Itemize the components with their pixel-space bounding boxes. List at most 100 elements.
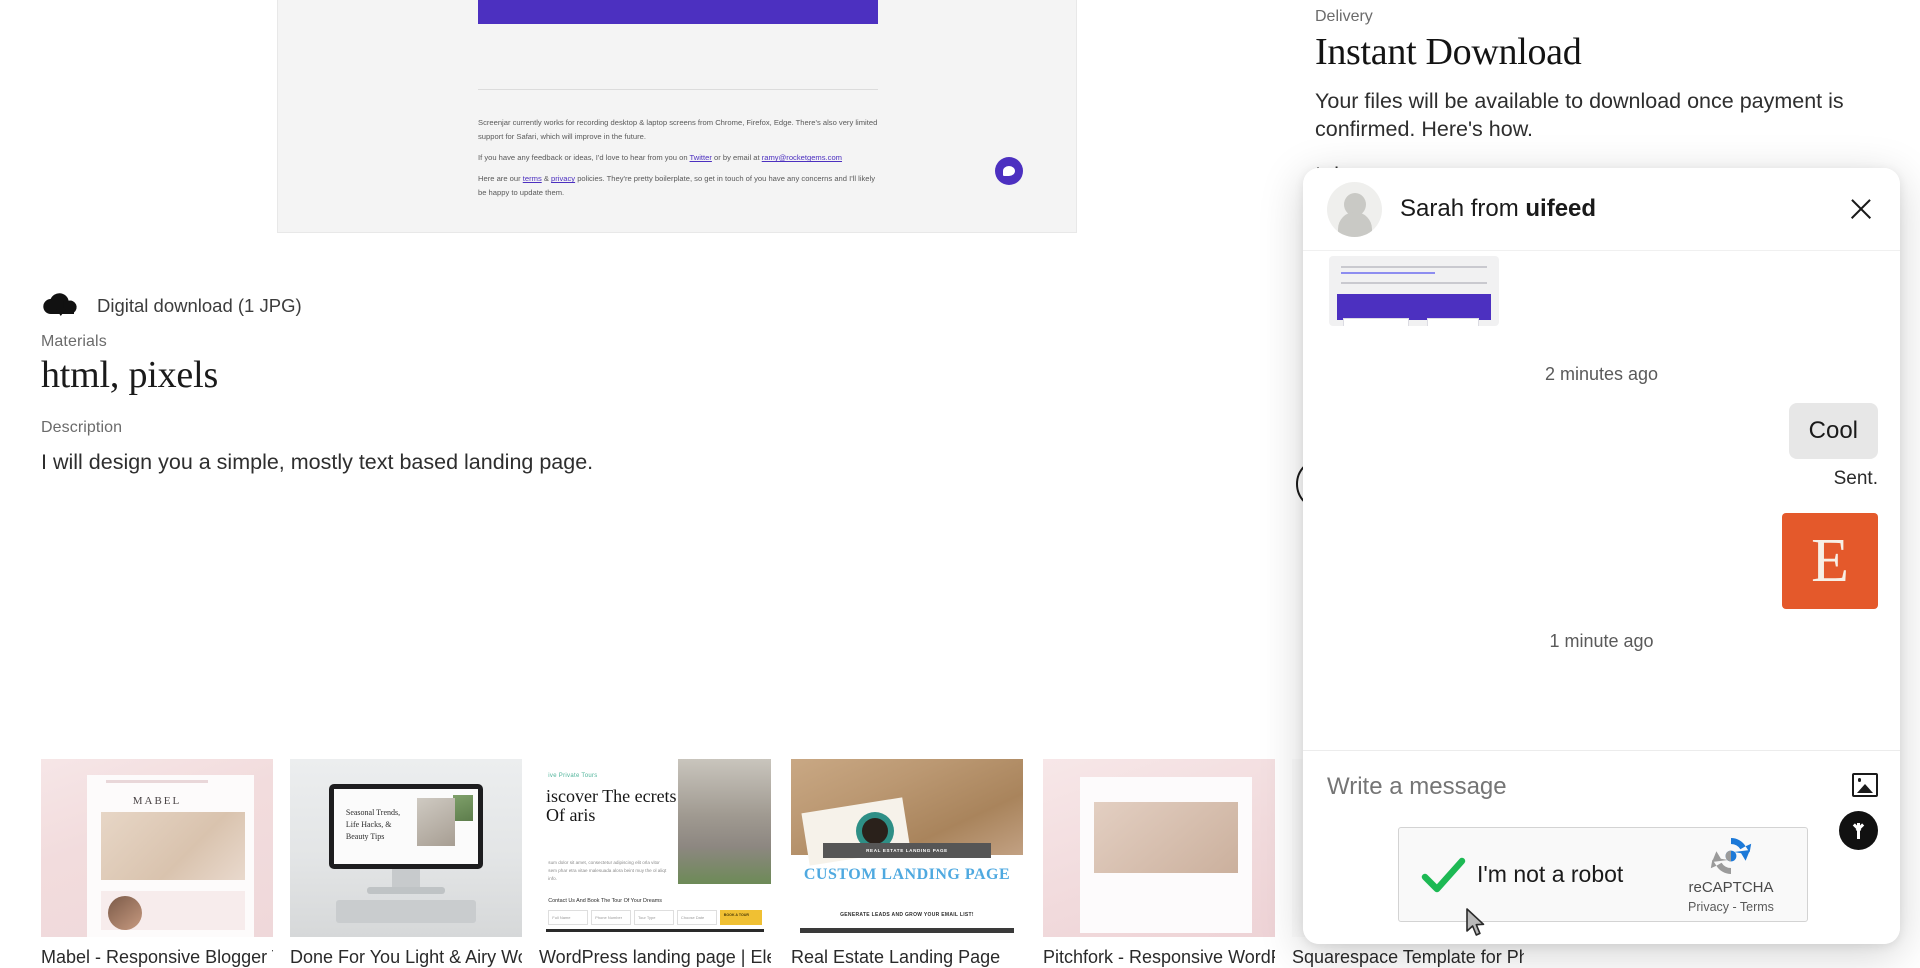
desk-photo [417, 797, 455, 847]
paris-book-button: BOOK A TOUR [719, 910, 762, 926]
realestate-subtitle: GENERATE LEADS AND GROW YOUR EMAIL LIST! [840, 912, 974, 919]
materials-label: Materials [41, 333, 107, 350]
paris-headline: iscover The ecrets Of aris [545, 786, 677, 826]
chat-attachment-preview[interactable] [1329, 256, 1499, 326]
digital-download-label: Digital download (1 JPG) [97, 295, 302, 316]
pp3-pre: Here are our [478, 174, 523, 184]
preview-inner: Your work email GET YOUR INVITE Screenja… [278, 0, 1076, 232]
green-check-icon[interactable] [1421, 852, 1485, 936]
chat-message-bubble: Cool [1788, 403, 1878, 459]
paris-field-tourtype: Tour Type [634, 910, 674, 926]
pp3-amp: & [541, 174, 552, 184]
delivery-title: Instant Download [1315, 31, 1582, 73]
etsy-logo-attachment[interactable]: E [1782, 513, 1878, 609]
chat-footer: I'm not a robot [1303, 750, 1900, 944]
digital-download-row: Digital download (1 JPG) [41, 292, 302, 320]
realestate-art: REAL ESTATE LANDING PAGE CUSTOM LANDING … [791, 759, 1023, 937]
recaptcha-label: I'm not a robot [1477, 861, 1624, 887]
mabel-nav [105, 780, 209, 784]
desk-monitor-neck [392, 869, 420, 889]
preview-paragraph-1: Screenjar currently works for recording … [478, 118, 878, 142]
desk-plant [453, 794, 474, 821]
close-icon[interactable] [1844, 192, 1878, 226]
recaptcha-terms[interactable]: Privacy - Terms [1688, 900, 1774, 914]
list-item[interactable]: Seasonal Trends, Life Hacks, & Beauty Ti… [290, 759, 522, 968]
paris-field-date: Choose Date [676, 910, 717, 926]
preview-divider [478, 89, 878, 90]
preview-line-1 [1341, 266, 1487, 268]
cloud-download-icon [41, 292, 81, 320]
email-link[interactable]: ramy@rocketgems.com [762, 153, 842, 162]
pitchfork-photo [1094, 801, 1238, 873]
privacy-link[interactable]: privacy [551, 174, 575, 183]
twitter-link[interactable]: Twitter [690, 153, 712, 162]
mabel-brand: MABEL [132, 794, 182, 807]
chat-sender-title: Sarah from uifeed [1400, 195, 1596, 223]
realestate-bottom-bar [800, 928, 1014, 934]
chat-attachment-row: E [1325, 513, 1878, 609]
list-item-title[interactable]: Squarespace Template for Phot [1292, 947, 1524, 968]
list-item-title[interactable]: Done For You Light & Airy Word [290, 947, 522, 968]
thumbnail-image-paris[interactable]: ive Private Tours iscover The ecrets Of … [539, 759, 771, 937]
pp2-mid: or by email at [711, 153, 762, 163]
list-item-title[interactable]: Real Estate Landing Page [791, 947, 1023, 968]
thumbnail-image-realestate[interactable]: REAL ESTATE LANDING PAGE CUSTOM LANDING … [791, 759, 1023, 937]
list-item-title[interactable]: WordPress landing page | Elem [539, 947, 771, 968]
preview-cta-bar [1337, 294, 1491, 320]
materials-value: html, pixels [41, 354, 219, 396]
chat-sender-prefix: Sarah from [1400, 195, 1526, 222]
preview-paragraph-2: If you have any feedback or ideas, I'd l… [478, 151, 878, 165]
chat-timestamp-first: 2 minutes ago [1544, 364, 1659, 384]
delivery-label: Delivery [1315, 8, 1373, 25]
preview-line-3 [1341, 282, 1487, 284]
realestate-headline: CUSTOM LANDING PAGE [803, 865, 1011, 883]
thumbnail-image-pitchfork[interactable] [1043, 759, 1275, 937]
paris-field-name: Full Name [548, 910, 589, 926]
thumbnail-image-mabel[interactable]: MABEL [41, 759, 273, 937]
terms-link[interactable]: terms [523, 174, 542, 183]
image-icon-mountain [1857, 784, 1873, 793]
avatar-body [1337, 211, 1372, 237]
paris-cta-text: Contact Us And Book The Tour Of Your Dre… [548, 897, 662, 904]
desk-monitor: Seasonal Trends, Life Hacks, & Beauty Ti… [329, 783, 483, 870]
list-item[interactable]: Pitchfork - Responsive WordPre [1043, 759, 1275, 968]
mabel-art: MABEL [41, 759, 273, 937]
chat-message-row: Cool [1325, 403, 1878, 459]
delivery-body: Your files will be available to download… [1315, 89, 1844, 141]
chat-bubble-icon [995, 157, 1023, 185]
preview-hero-banner: Your work email GET YOUR INVITE [478, 0, 878, 24]
chat-message-input[interactable] [1325, 771, 1852, 801]
recaptcha-widget[interactable]: I'm not a robot reCAPTCHA Privacy - Term… [1398, 827, 1808, 936]
preview-line-2 [1341, 272, 1435, 274]
list-item-title[interactable]: Mabel - Responsive Blogger Te [41, 947, 273, 968]
paris-bottom-bar [545, 928, 765, 932]
send-arrow-shape [1857, 822, 1860, 839]
list-item[interactable]: REAL ESTATE LANDING PAGE CUSTOM LANDING … [791, 759, 1023, 968]
image-icon-sun [1857, 778, 1861, 782]
paris-art: ive Private Tours iscover The ecrets Of … [539, 759, 771, 937]
chat-message-status: Sent. [1833, 468, 1878, 489]
realestate-tag: REAL ESTATE LANDING PAGE [823, 842, 991, 858]
chat-timestamp-second: 1 minute ago [1549, 631, 1654, 651]
pitchfork-art [1043, 759, 1275, 937]
list-item-title[interactable]: Pitchfork - Responsive WordPre [1043, 947, 1275, 968]
recaptcha-mark [1677, 833, 1785, 879]
desk-monitor-base [366, 887, 446, 895]
desk-laptop [336, 899, 476, 923]
send-arrow-icon[interactable] [1839, 811, 1878, 850]
image-attachment-icon[interactable] [1852, 773, 1878, 797]
paris-kicker: ive Private Tours [548, 773, 598, 780]
page-root: Your work email GET YOUR INVITE Screenja… [0, 0, 1920, 968]
chat-input-row [1325, 771, 1878, 801]
recaptcha-logo-icon: reCAPTCHA Privacy - Terms [1677, 833, 1785, 916]
listing-preview-image[interactable]: Your work email GET YOUR INVITE Screenja… [277, 0, 1077, 233]
chat-header: Sarah from uifeed [1303, 168, 1900, 250]
preview-field-2 [1427, 318, 1479, 326]
chat-widget[interactable]: Sarah from uifeed 2 minutes ago Cool Sen… [1303, 168, 1900, 944]
chat-sender-shop: uifeed [1525, 195, 1597, 222]
list-item[interactable]: ive Private Tours iscover The ecrets Of … [539, 759, 771, 968]
person-avatar-icon [1327, 181, 1382, 237]
list-item[interactable]: MABEL Mabel - Responsive Blogger Te [41, 759, 273, 968]
thumbnail-image-desk[interactable]: Seasonal Trends, Life Hacks, & Beauty Ti… [290, 759, 522, 937]
description-value: I will design you a simple, mostly text … [41, 450, 594, 474]
